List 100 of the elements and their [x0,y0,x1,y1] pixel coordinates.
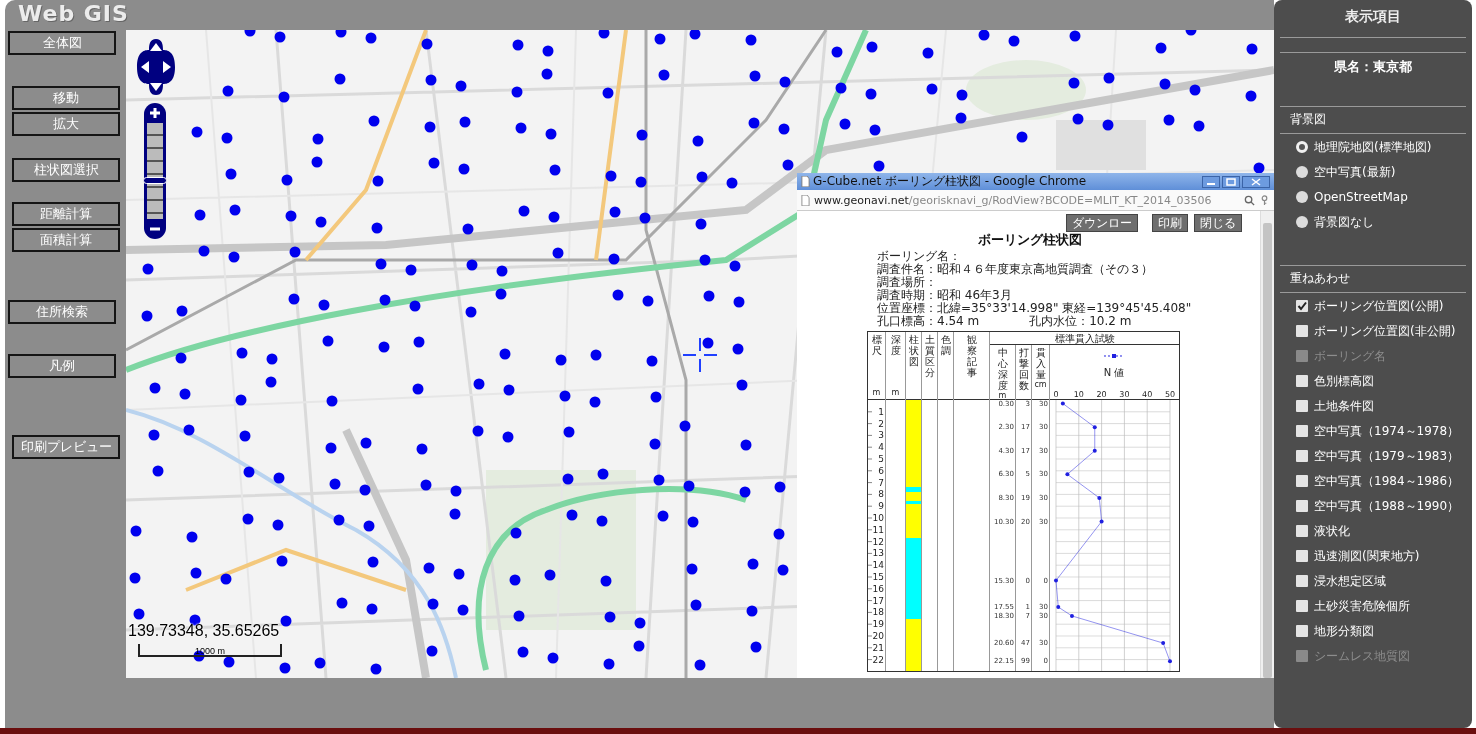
boring-marker[interactable] [421,38,433,50]
boring-marker[interactable] [228,251,240,263]
checkbox[interactable] [1296,300,1308,312]
boring-marker[interactable] [314,657,326,669]
boring-marker[interactable] [1072,113,1084,125]
boring-marker[interactable] [729,260,741,272]
boring-marker[interactable] [363,520,375,532]
boring-marker[interactable] [425,74,437,86]
scrollbar[interactable] [1260,211,1274,678]
boring-marker[interactable] [545,128,557,140]
boring-marker[interactable] [152,465,164,477]
boring-marker[interactable] [274,31,286,43]
boring-marker[interactable] [512,39,524,51]
boring-marker[interactable] [1189,84,1201,96]
boring-marker[interactable] [736,379,748,391]
toolbar-button[interactable]: 柱状図選択 [12,158,120,182]
boring-marker[interactable] [272,519,284,531]
boring-marker[interactable] [679,420,691,432]
boring-marker[interactable] [496,265,508,277]
boring-marker[interactable] [1155,42,1167,54]
boring-marker[interactable] [378,341,390,353]
boring-marker[interactable] [692,135,704,147]
boring-marker[interactable] [596,515,608,527]
boring-marker[interactable] [149,382,161,394]
boring-marker[interactable] [733,296,745,308]
checkbox[interactable] [1296,500,1308,512]
radio-button[interactable] [1296,141,1308,153]
boring-marker[interactable] [835,82,847,94]
boring-marker[interactable] [869,124,881,136]
boring-marker[interactable] [513,610,525,622]
boring-marker[interactable] [552,247,564,259]
boring-marker[interactable] [473,378,485,390]
boring-marker[interactable] [276,555,288,567]
boring-marker[interactable] [198,245,210,257]
toolbar-button[interactable]: 移動 [12,86,120,110]
boring-marker[interactable] [732,343,744,355]
boring-marker[interactable] [367,556,379,568]
boring-marker[interactable] [649,438,661,450]
boring-marker[interactable] [703,290,715,302]
boring-marker[interactable] [633,640,645,652]
toolbar-button[interactable]: 住所検索 [8,300,116,324]
boring-marker[interactable] [371,222,383,234]
boring-marker[interactable] [242,513,254,525]
radio-option[interactable]: 背景図なし [1296,213,1472,231]
checkbox[interactable] [1296,550,1308,562]
boring-marker[interactable] [559,390,571,402]
boring-marker[interactable] [472,425,484,437]
boring-marker[interactable] [368,115,380,127]
boring-marker[interactable] [236,347,248,359]
boring-marker[interactable] [289,246,301,258]
boring-marker[interactable] [428,157,440,169]
checkbox[interactable] [1296,600,1308,612]
boring-marker[interactable] [141,310,153,322]
boring-marker[interactable] [462,223,474,235]
boring-marker[interactable] [866,41,878,53]
boring-marker[interactable] [142,263,154,275]
checkbox[interactable] [1296,450,1308,462]
boring-marker[interactable] [175,352,187,364]
boring-marker[interactable] [325,442,337,454]
boring-marker[interactable] [873,160,885,172]
boring-marker[interactable] [1245,90,1257,102]
boring-marker[interactable] [978,30,990,41]
boring-marker[interactable] [518,205,530,217]
boring-marker[interactable] [515,122,527,134]
boring-marker[interactable] [455,80,467,92]
boring-marker[interactable] [609,206,621,218]
radio-button[interactable] [1296,216,1308,228]
boring-marker[interactable] [329,478,341,490]
boring-marker[interactable] [926,83,938,95]
key-icon[interactable] [1259,194,1270,206]
boring-marker[interactable] [955,112,967,124]
boring-marker[interactable] [179,388,191,400]
boring-marker[interactable] [360,437,372,449]
boring-marker[interactable] [366,603,378,615]
boring-marker[interactable] [748,117,760,129]
boring-marker[interactable] [130,525,142,537]
boring-marker[interactable] [509,574,521,586]
boring-marker[interactable] [335,30,347,38]
boring-marker[interactable] [279,662,291,674]
boring-marker[interactable] [1163,114,1175,126]
maximize-icon[interactable] [1222,175,1240,188]
boring-marker[interactable] [495,288,507,300]
boring-marker[interactable] [229,204,241,216]
boring-marker[interactable] [544,569,556,581]
boring-marker[interactable] [608,253,620,265]
boring-marker[interactable] [639,212,651,224]
boring-marker[interactable] [683,480,695,492]
boring-marker[interactable] [636,129,648,141]
boring-marker[interactable] [702,337,714,349]
boring-marker[interactable] [542,45,554,57]
boring-marker[interactable] [747,558,759,570]
boring-marker[interactable] [424,121,436,133]
boring-marker[interactable] [695,218,707,230]
boring-marker[interactable] [646,355,658,367]
boring-marker[interactable] [510,527,522,539]
radio-button[interactable] [1296,166,1308,178]
checkbox[interactable] [1296,475,1308,487]
document-button[interactable]: 印刷 [1152,214,1188,232]
search-icon[interactable] [1244,194,1255,206]
boring-marker[interactable] [600,575,612,587]
